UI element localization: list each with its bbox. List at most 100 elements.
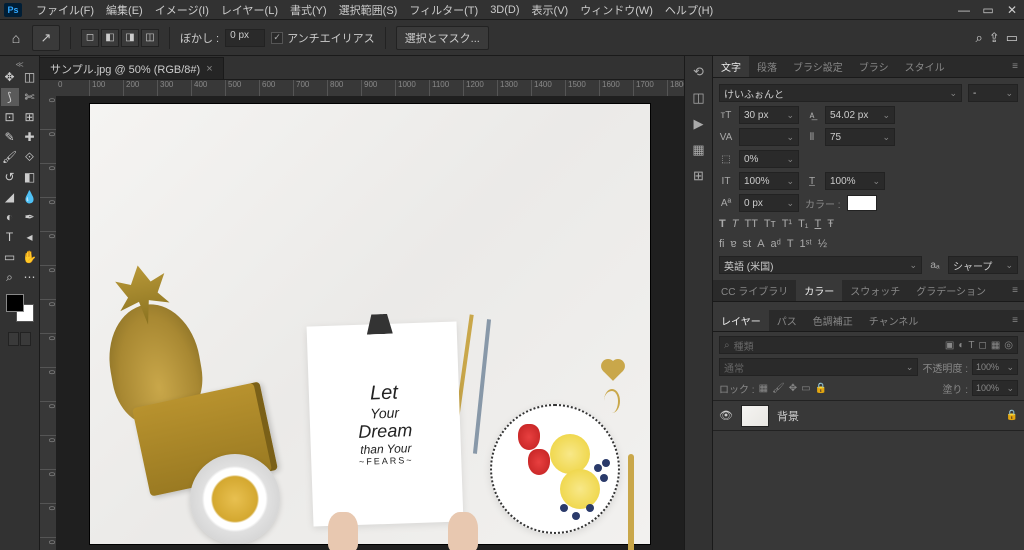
tab-paragraph[interactable]: 段落 bbox=[749, 56, 785, 77]
scale-input[interactable]: 0% bbox=[739, 150, 799, 168]
layer-thumbnail[interactable] bbox=[741, 405, 769, 427]
menu-3d[interactable]: 3D(D) bbox=[484, 4, 525, 16]
tab-channels[interactable]: チャンネル bbox=[861, 310, 927, 331]
search-icon[interactable]: ⌕ bbox=[976, 30, 983, 46]
lock-position-icon[interactable]: ✥ bbox=[789, 383, 797, 394]
intersect-selection-icon[interactable]: ◫ bbox=[141, 29, 159, 47]
tab-adjustments[interactable]: 色調補正 bbox=[805, 310, 861, 331]
color-swatch[interactable] bbox=[6, 294, 34, 322]
share-icon[interactable]: ⇪ bbox=[989, 30, 1000, 46]
menu-image[interactable]: イメージ(I) bbox=[149, 2, 215, 18]
hand-tool[interactable]: ✋ bbox=[21, 248, 39, 266]
hscale-input[interactable]: 100% bbox=[825, 172, 885, 190]
menu-file[interactable]: ファイル(F) bbox=[30, 2, 100, 18]
tab-libraries[interactable]: CC ライブラリ bbox=[713, 280, 796, 301]
lock-all-icon[interactable]: 🔒 bbox=[815, 383, 827, 394]
menu-window[interactable]: ウィンドウ(W) bbox=[574, 2, 659, 18]
tab-character[interactable]: 文字 bbox=[713, 56, 749, 77]
alternates-button[interactable]: A bbox=[757, 238, 764, 250]
dodge-tool[interactable]: ◐ bbox=[1, 208, 19, 226]
layer-name[interactable]: 背景 bbox=[777, 408, 998, 424]
window-minimize-button[interactable]: — bbox=[952, 1, 976, 19]
new-selection-icon[interactable]: ◻ bbox=[81, 29, 99, 47]
filter-adjust-icon[interactable]: ◐ bbox=[958, 340, 964, 351]
menu-layer[interactable]: レイヤー(L) bbox=[215, 2, 284, 18]
italic-button[interactable]: T bbox=[732, 218, 739, 230]
history-brush-tool[interactable]: ↺ bbox=[1, 168, 19, 186]
layer-row[interactable]: 👁 背景 🔒 bbox=[713, 401, 1024, 431]
blend-mode-dropdown[interactable]: 通常 bbox=[719, 358, 918, 376]
canvas[interactable]: Let Your Dream than Your ~FEARS~ bbox=[56, 96, 684, 550]
fractions2-button[interactable]: ½ bbox=[818, 238, 827, 250]
underline-button[interactable]: T bbox=[815, 218, 822, 230]
collapse-handle-icon[interactable]: ≪ bbox=[15, 60, 25, 66]
tab-styles[interactable]: スタイル bbox=[897, 56, 953, 77]
ruler-vertical[interactable]: 000000000000000 bbox=[40, 96, 56, 550]
dock-navigator-icon[interactable]: ⊞ bbox=[693, 168, 704, 184]
filter-toggle-icon[interactable]: ◎ bbox=[1004, 340, 1013, 351]
gradient-tool[interactable]: ◢ bbox=[1, 188, 19, 206]
ordinals-button[interactable]: aᵈ bbox=[771, 238, 781, 250]
tab-paths[interactable]: パス bbox=[769, 310, 805, 331]
titling-button[interactable]: T bbox=[787, 238, 794, 250]
home-button[interactable]: ⌂ bbox=[6, 30, 26, 46]
kerning-input[interactable] bbox=[739, 128, 799, 146]
lock-transparency-icon[interactable]: ▦ bbox=[759, 383, 768, 394]
crop-tool[interactable]: ⊡ bbox=[1, 108, 19, 126]
filter-shape-icon[interactable]: ◻ bbox=[979, 340, 987, 351]
path-select-tool[interactable]: ◂ bbox=[21, 228, 39, 246]
zoom-tool[interactable]: ⌕ bbox=[1, 268, 19, 286]
font-family-dropdown[interactable]: けいふぉんと bbox=[719, 84, 962, 102]
tab-gradients[interactable]: グラデーション bbox=[908, 280, 994, 301]
font-size-input[interactable]: 30 px bbox=[739, 106, 799, 124]
antialias-checkbox[interactable]: ✓ アンチエイリアス bbox=[271, 30, 375, 46]
dock-info-icon[interactable]: ▦ bbox=[692, 142, 704, 158]
filter-type-icon[interactable]: T bbox=[968, 340, 974, 351]
menu-edit[interactable]: 編集(E) bbox=[100, 2, 149, 18]
current-tool-icon[interactable]: ↗ bbox=[32, 25, 60, 51]
lock-icon[interactable]: 🔒 bbox=[1006, 410, 1018, 421]
language-dropdown[interactable]: 英語 (米国) bbox=[719, 256, 922, 274]
menu-view[interactable]: 表示(V) bbox=[526, 2, 575, 18]
eraser-tool[interactable]: ◧ bbox=[21, 168, 39, 186]
shape-tool[interactable]: ▭ bbox=[1, 248, 19, 266]
select-and-mask-button[interactable]: 選択とマスク... bbox=[396, 26, 489, 50]
pen-tool[interactable]: ✒ bbox=[21, 208, 39, 226]
bold-button[interactable]: T bbox=[719, 218, 726, 230]
filter-image-icon[interactable]: ▣ bbox=[945, 340, 954, 351]
baseline-input[interactable]: 0 px bbox=[739, 194, 799, 212]
brush-tool[interactable]: 🖌 bbox=[1, 148, 19, 166]
subtract-selection-icon[interactable]: ◨ bbox=[121, 29, 139, 47]
menu-type[interactable]: 書式(Y) bbox=[284, 2, 333, 18]
contextual-button[interactable]: ɐ bbox=[731, 238, 737, 250]
add-selection-icon[interactable]: ◧ bbox=[101, 29, 119, 47]
move-tool[interactable]: ✥ bbox=[1, 68, 19, 86]
tab-swatches[interactable]: スウォッチ bbox=[842, 280, 908, 301]
swash-button[interactable]: st bbox=[743, 238, 752, 250]
dock-properties-icon[interactable]: ◫ bbox=[692, 90, 704, 106]
window-maximize-button[interactable]: ▭ bbox=[976, 1, 1000, 19]
panel-menu-icon[interactable]: ≡ bbox=[1006, 315, 1024, 326]
quick-select-tool[interactable]: ✄ bbox=[21, 88, 39, 106]
document-image[interactable]: Let Your Dream than Your ~FEARS~ bbox=[90, 104, 650, 544]
blur-tool[interactable]: 💧 bbox=[21, 188, 39, 206]
tab-layers[interactable]: レイヤー bbox=[713, 310, 769, 331]
subscript-button[interactable]: T₁ bbox=[798, 218, 808, 230]
ligatures-button[interactable]: fi bbox=[719, 238, 725, 250]
vscale-input[interactable]: 100% bbox=[739, 172, 799, 190]
panel-menu-icon[interactable]: ≡ bbox=[1006, 61, 1024, 72]
menu-select[interactable]: 選択範囲(S) bbox=[333, 2, 404, 18]
close-icon[interactable]: × bbox=[206, 63, 212, 75]
feather-input[interactable]: 0 px bbox=[225, 29, 265, 47]
screen-mode[interactable] bbox=[8, 332, 31, 346]
visibility-icon[interactable]: 👁 bbox=[719, 409, 733, 422]
eyedropper-tool[interactable]: ✎ bbox=[1, 128, 19, 146]
type-tool[interactable]: T bbox=[1, 228, 19, 246]
smallcaps-button[interactable]: Tᴛ bbox=[764, 218, 776, 230]
tab-brushes[interactable]: ブラシ bbox=[851, 56, 897, 77]
workspace-icon[interactable]: ▭ bbox=[1006, 30, 1018, 46]
fill-input[interactable]: 100% bbox=[972, 380, 1018, 396]
antialias-dropdown[interactable]: シャープ bbox=[948, 256, 1018, 274]
fractions-button[interactable]: 1ˢᵗ bbox=[800, 238, 812, 250]
font-style-dropdown[interactable]: - bbox=[968, 84, 1018, 102]
